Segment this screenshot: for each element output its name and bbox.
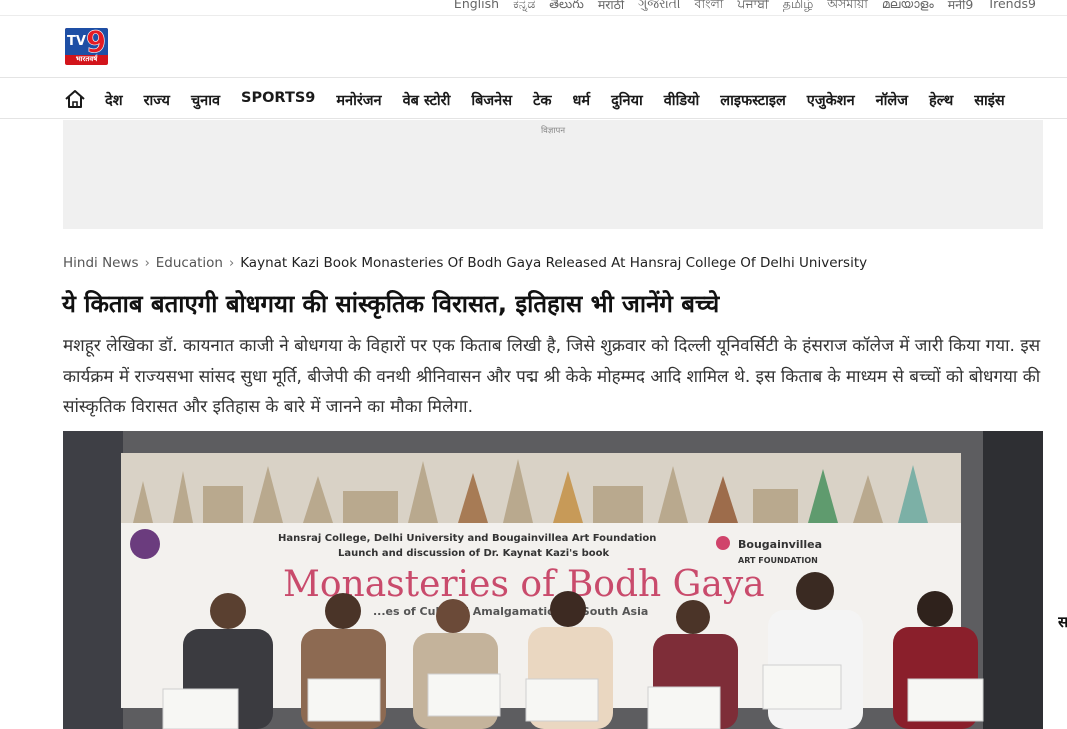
tv9-logo[interactable]: TV 9 भारतवर्ष [65, 28, 108, 65]
ad-slot: विज्ञापन [63, 120, 1043, 229]
main-nav: देश राज्य चुनाव SPORTS9 मनोरंजन वेब स्टोरी बिज… [0, 78, 1067, 119]
language-bar: English ಕನ್ನಡ తెలుగు मराठी ગુજરાતી বাংলা ਪੰਜਾਬ… [0, 0, 1067, 16]
language-link[interactable]: मराठी [598, 0, 624, 16]
banner-line1: Hansraj College, Delhi University and Bo… [278, 533, 656, 544]
language-link[interactable]: অসমীয়া [827, 0, 868, 16]
nav-item[interactable]: धर्म [572, 90, 590, 110]
nav-item[interactable]: दुनिया [611, 90, 643, 110]
hero-illustration: Hansraj College, Delhi University and Bo… [63, 431, 1043, 729]
sponsor-name: Bougainvillea [738, 538, 822, 551]
header: TV 9 भारतवर्ष [0, 16, 1067, 78]
nav-item[interactable]: वेब स्टोरी [403, 90, 451, 110]
breadcrumb-hindi-news[interactable]: Hindi News [63, 255, 139, 271]
nav-item[interactable]: मनोरंजन [336, 90, 381, 110]
language-link[interactable]: ಕನ್ನಡ [513, 0, 535, 16]
nav-item[interactable]: नॉलेज [876, 90, 908, 110]
banner-line2: Launch and discussion of Dr. Kaynat Kazi… [338, 548, 610, 559]
language-link[interactable]: മലയാളം [882, 0, 934, 16]
nav-item[interactable]: बिजनेस [471, 90, 512, 110]
breadcrumb: Hindi News › Education › Kaynat Kazi Boo… [63, 255, 867, 271]
language-link[interactable]: ਪੰਜਾਬੀ [737, 0, 768, 16]
nav-items: देश राज्य चुनाव SPORTS9 मनोरंजन वेब स्टोरी बिज… [105, 90, 1026, 110]
nav-item[interactable]: टेक [533, 90, 551, 110]
nav-item[interactable]: चुनाव [191, 90, 220, 110]
nav-item[interactable]: साइंस [974, 90, 1004, 110]
language-link[interactable]: Trends9 [987, 0, 1036, 16]
chevron-right-icon: › [144, 255, 150, 271]
home-icon[interactable] [64, 88, 86, 110]
nav-item[interactable]: राज्य [144, 90, 170, 110]
language-list: English ಕನ್ನಡ తెలుగు मराठी ગુજરાતી বাংলা ਪੰਜਾਬ… [454, 0, 1036, 16]
language-link[interactable]: বাংলা [695, 0, 724, 16]
nav-item[interactable]: हेल्थ [929, 90, 953, 110]
article-hero-image[interactable]: Hansraj College, Delhi University and Bo… [63, 431, 1043, 729]
logo-subtitle: भारतवर्ष [75, 55, 98, 63]
breadcrumb-current: Kaynat Kazi Book Monasteries Of Bodh Gay… [240, 255, 868, 271]
article-headline: ये किताब बताएगी बोधगया की सांस्कृतिक विर… [62, 290, 720, 318]
sponsor-sub: ART FOUNDATION [738, 556, 818, 565]
nav-item[interactable]: देश [105, 90, 123, 110]
nav-item[interactable]: लाइफस्टाइल [720, 90, 786, 110]
article-summary: मशहूर लेखिका डॉ. कायनात काजी ने बोधगया क… [63, 336, 1041, 417]
nav-item[interactable]: वीडियो [664, 90, 700, 110]
banner-subtitle: ...es of Cultural Amalgamation in South … [373, 605, 648, 618]
sidebar-cutoff-title: स [1058, 613, 1067, 631]
ad-label: विज्ञापन [540, 126, 566, 136]
language-link[interactable]: ગુજરાતી [638, 0, 680, 16]
logo-text: TV [67, 34, 86, 49]
breadcrumb-education[interactable]: Education [156, 255, 223, 271]
nav-item[interactable]: SPORTS9 [241, 90, 315, 110]
chevron-right-icon: › [228, 255, 235, 271]
language-link[interactable]: தமிழ் [783, 0, 814, 16]
nav-item[interactable]: एजुकेशन [807, 90, 855, 110]
language-link[interactable]: తెలుగు [549, 0, 584, 16]
language-link[interactable]: मनी9 [948, 0, 974, 16]
language-link[interactable]: English [454, 0, 499, 16]
